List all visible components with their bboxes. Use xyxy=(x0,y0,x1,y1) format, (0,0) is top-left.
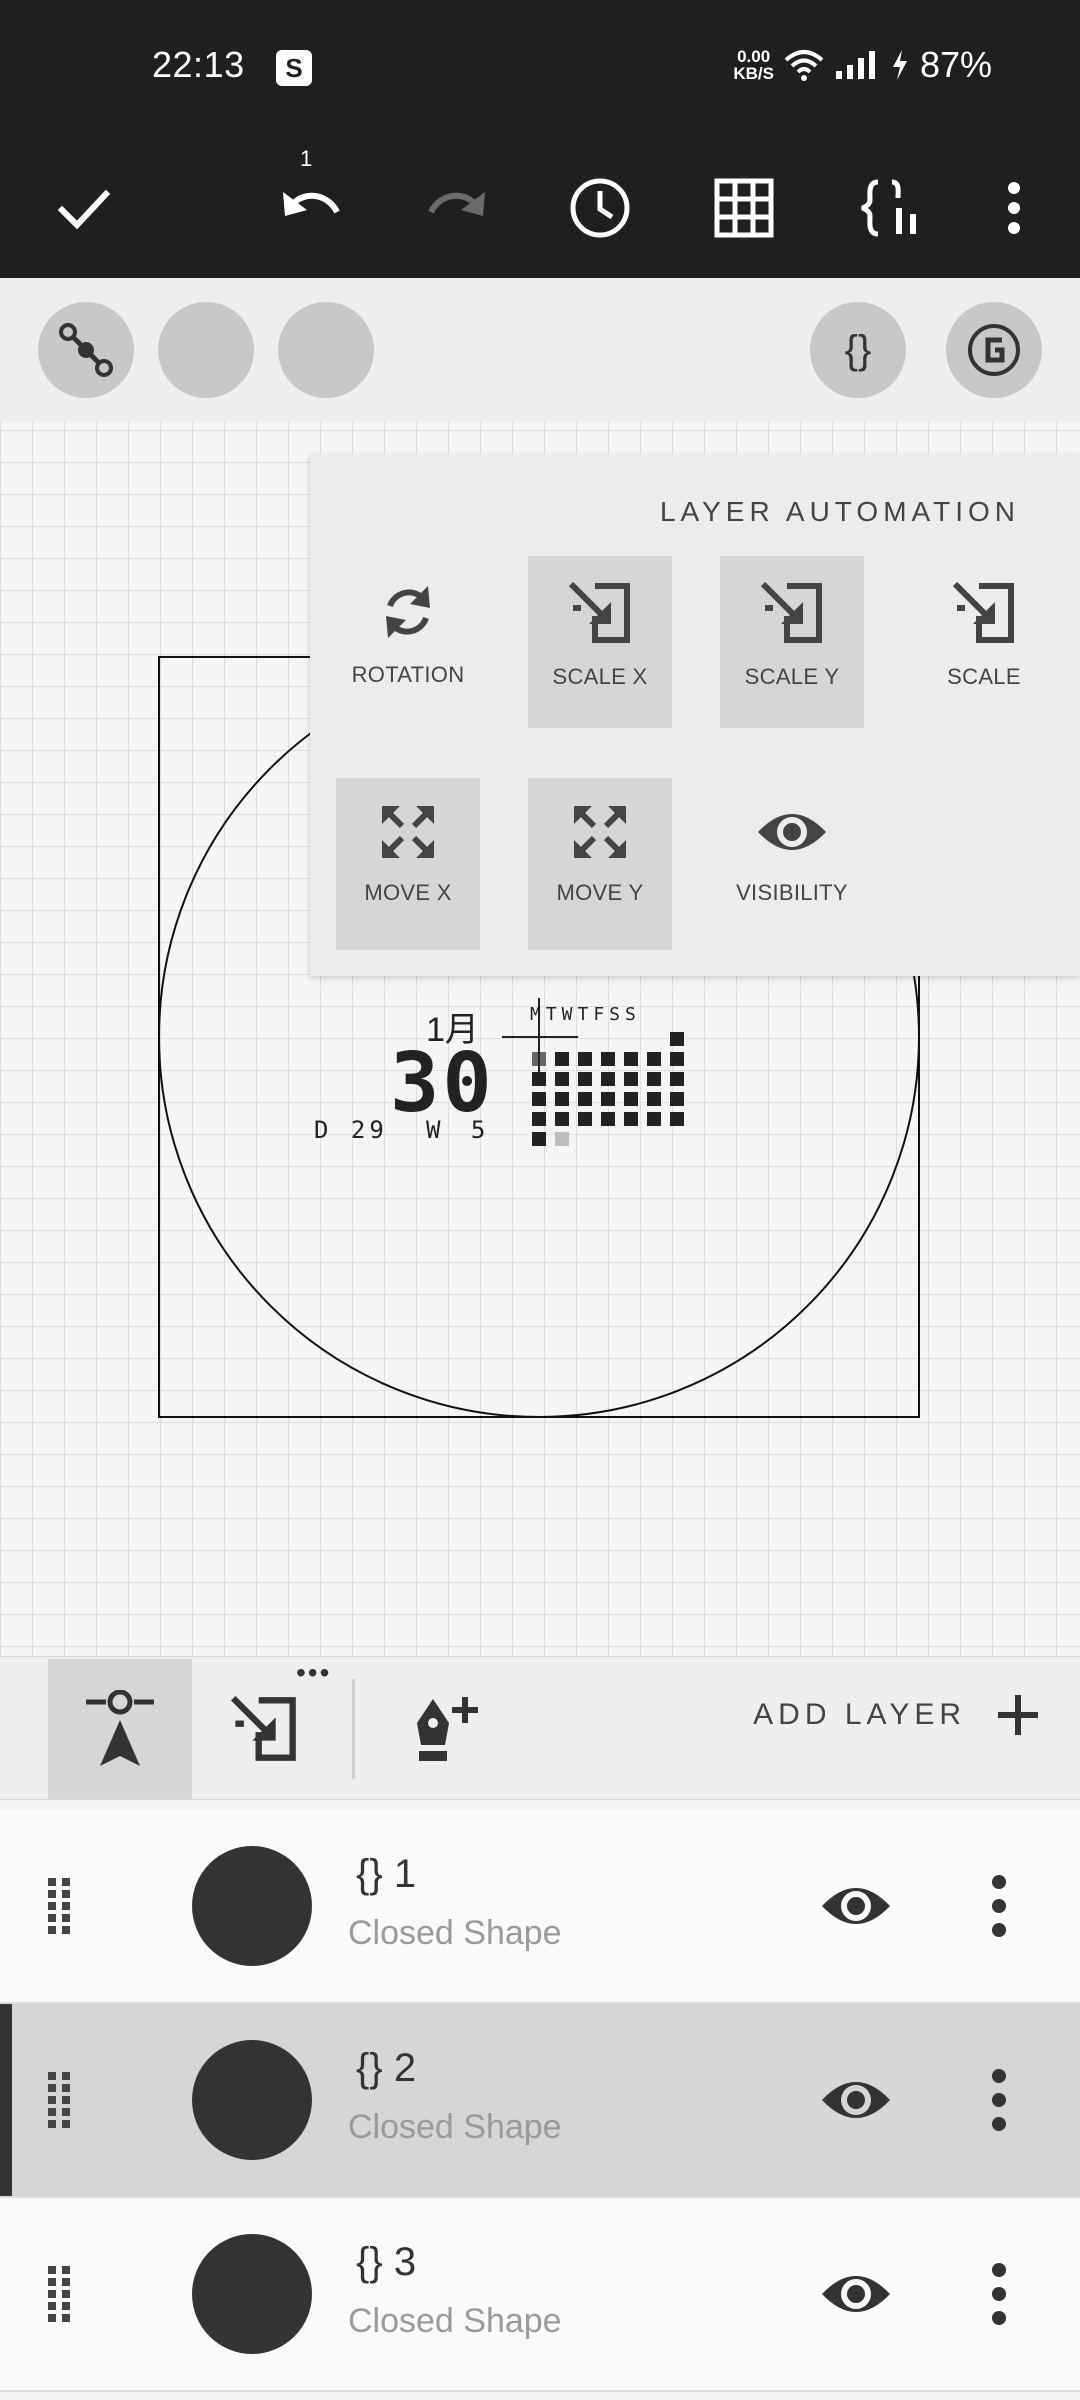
net-speed: 0.00 KB/S xyxy=(733,48,774,82)
pivot-crosshair-vertical xyxy=(538,998,540,1074)
add-layer-label: ADD LAYER xyxy=(753,1698,966,1731)
automation-label: SCALE xyxy=(947,664,1021,689)
add-layer-button[interactable]: ADD LAYER xyxy=(753,1693,1040,1737)
more-vertical-icon xyxy=(1008,182,1020,234)
layer-thumbnail xyxy=(192,2234,312,2354)
wifi-icon xyxy=(784,50,824,81)
add-pen-tool[interactable] xyxy=(376,1659,520,1799)
expand-icon xyxy=(574,806,626,858)
layer-toolbar: ••• ADD LAYER xyxy=(0,1656,1080,1800)
eye-icon[interactable] xyxy=(820,2264,892,2324)
automation-visibility[interactable]: VISIBILITY xyxy=(720,778,864,950)
calendar-grid xyxy=(532,1032,684,1146)
watchface-week: W 5 xyxy=(426,1116,494,1144)
more-vertical-icon[interactable] xyxy=(990,1872,1008,1940)
confirm-button[interactable] xyxy=(34,158,134,258)
net-speed-value: 0.00 xyxy=(737,47,771,66)
plus-icon xyxy=(998,1695,1038,1735)
expression-button[interactable]: {} xyxy=(810,302,906,398)
grid-button[interactable] xyxy=(694,158,794,258)
layer-type: Closed Shape xyxy=(348,2108,562,2146)
layer-type: Closed Shape xyxy=(348,1914,562,1952)
automation-scale[interactable]: SCALE xyxy=(912,556,1056,728)
layer-name: {} 1 xyxy=(356,1852,417,1896)
drag-handle-icon[interactable] xyxy=(46,2070,74,2130)
watchface-weekdays: MTWTFSS xyxy=(530,1004,641,1025)
more-options-button[interactable] xyxy=(964,158,1064,258)
automation-scale-y[interactable]: SCALE Y xyxy=(720,556,864,728)
eye-icon[interactable] xyxy=(820,2070,892,2130)
layer-name: {} 2 xyxy=(356,2046,417,2090)
automation-label: MOVE Y xyxy=(556,880,644,905)
layer-name: {} 3 xyxy=(356,2240,417,2284)
undo-icon xyxy=(283,192,340,216)
node-pointer-icon xyxy=(86,1690,154,1766)
undo-button[interactable] xyxy=(262,158,362,258)
automation-label: MOVE X xyxy=(364,880,452,905)
option-button-1[interactable] xyxy=(158,302,254,398)
layer-thumbnail xyxy=(192,2040,312,2160)
layer-list: {} 1 Closed Shape {} 2 Closed Shape {} 3… xyxy=(0,1810,1080,2392)
layer-row-selected[interactable]: {} 2 Closed Shape xyxy=(0,2004,1080,2198)
automation-label: SCALE Y xyxy=(744,664,840,689)
transform-more-indicator: ••• xyxy=(296,1657,332,1688)
automation-label: VISIBILITY xyxy=(736,880,848,905)
toolbar-divider xyxy=(352,1679,355,1779)
app-toolbar xyxy=(0,140,1080,278)
charging-icon xyxy=(892,50,907,80)
pivot-crosshair-horizontal xyxy=(502,1036,578,1038)
braces-icon: {} xyxy=(844,327,872,372)
expand-icon xyxy=(382,806,434,858)
automation-label: ROTATION xyxy=(351,662,465,687)
drag-handle-icon[interactable] xyxy=(46,1876,74,1936)
option-button-2[interactable] xyxy=(278,302,374,398)
global-g-icon xyxy=(968,324,1020,376)
automation-scale-x[interactable]: SCALE X xyxy=(528,556,672,728)
status-time: 22:13 xyxy=(152,44,245,85)
automation-rotation[interactable]: ROTATION xyxy=(336,556,480,728)
app-notification-icon: S xyxy=(276,50,312,86)
more-vertical-icon[interactable] xyxy=(990,2260,1008,2328)
code-button[interactable] xyxy=(840,158,940,258)
scale-icon xyxy=(760,581,822,643)
layer-automation-popup: LAYER AUTOMATION ROTATION SCALE X SCALE … xyxy=(310,454,1080,976)
scale-icon xyxy=(952,581,1014,643)
eye-icon xyxy=(758,814,826,850)
nodes-button[interactable] xyxy=(38,302,134,398)
code-icon xyxy=(861,179,916,237)
net-speed-unit: KB/S xyxy=(733,64,774,83)
pen-plus-icon xyxy=(417,1697,478,1761)
nodes-icon xyxy=(59,323,113,377)
layer-row[interactable]: {} 1 Closed Shape xyxy=(0,1810,1080,2004)
status-icons: 0.00 KB/S 87% xyxy=(733,44,992,86)
watchface-day-of-year: D 29 xyxy=(314,1116,388,1144)
secondary-toolbar: {} xyxy=(0,278,1080,423)
scale-icon xyxy=(568,581,630,643)
undo-count: 1 xyxy=(300,146,313,171)
history-icon xyxy=(570,178,630,238)
rotate-icon xyxy=(386,586,430,638)
signal-icon xyxy=(835,51,875,79)
pen-node-tool[interactable] xyxy=(48,1659,192,1799)
layer-thumbnail xyxy=(192,1846,312,1966)
check-icon xyxy=(57,189,111,230)
redo-button[interactable] xyxy=(406,158,506,258)
history-button[interactable] xyxy=(550,158,650,258)
automation-label: SCALE X xyxy=(552,664,648,689)
popup-title: LAYER AUTOMATION xyxy=(659,496,1020,527)
status-bar: 22:13 S 0.00 KB/S 87% xyxy=(0,0,1080,140)
drag-handle-icon[interactable] xyxy=(46,2264,74,2324)
automation-move-x[interactable]: MOVE X xyxy=(336,778,480,950)
automation-move-y[interactable]: MOVE Y xyxy=(528,778,672,950)
layer-row[interactable]: {} 3 Closed Shape xyxy=(0,2198,1080,2392)
global-button[interactable] xyxy=(946,302,1042,398)
eye-icon[interactable] xyxy=(820,1876,892,1936)
layer-type: Closed Shape xyxy=(348,2302,562,2340)
redo-icon xyxy=(428,192,485,216)
more-vertical-icon[interactable] xyxy=(990,2066,1008,2134)
scale-icon xyxy=(230,1695,296,1761)
grid-icon xyxy=(714,178,774,238)
battery-level: 87% xyxy=(919,44,992,85)
